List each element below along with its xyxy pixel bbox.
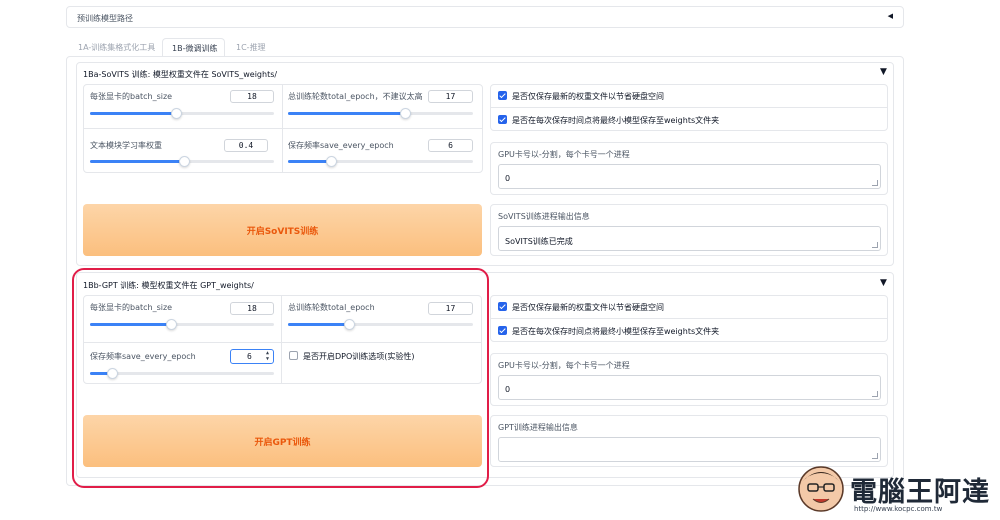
sovits-lr-label: 文本模块学习率权重: [90, 141, 162, 150]
sovits-save-freq-label: 保存频率save_every_epoch: [288, 141, 394, 150]
sovits-batch-label: 每张显卡的batch_size: [90, 92, 173, 101]
slider-fill: [288, 112, 405, 115]
slider-fill: [90, 112, 177, 115]
sovits-lr-slider[interactable]: [90, 156, 274, 167]
gpt-gpu-input[interactable]: 0: [498, 375, 881, 400]
watermark-brand: 電腦王阿達: [850, 477, 990, 508]
gpt-output-label: GPT训练进程输出信息: [498, 423, 578, 432]
sovits-save-freq-slider[interactable]: [288, 156, 473, 167]
gpt-save-small-label: 是否在每次保存时间点将最终小模型保存至weights文件夹: [512, 327, 720, 336]
slider-fill: [288, 160, 331, 163]
sovits-gpu-input[interactable]: 0: [498, 164, 881, 189]
slider-fill: [90, 160, 184, 163]
sovits-save-small-checkbox[interactable]: [498, 115, 507, 124]
mascot-logo-icon: [798, 466, 844, 512]
divider: [490, 107, 888, 108]
sovits-save-small-label: 是否在每次保存时间点将最终小模型保存至weights文件夹: [512, 116, 720, 125]
tab-finetune-label: 1B-微调训练: [172, 44, 218, 53]
tab-dataset-format[interactable]: 1A-训练集格式化工具: [78, 42, 155, 53]
divider: [83, 128, 483, 129]
slider-thumb[interactable]: [399, 108, 411, 119]
sovits-output-textarea[interactable]: SoVITS训练已完成: [498, 226, 881, 251]
slider-thumb[interactable]: [325, 156, 337, 167]
sovits-output-label: SoVITS训练进程输出信息: [498, 212, 590, 221]
gpt-save-latest-label: 是否仅保存最新的权重文件以节省硬盘空间: [512, 303, 664, 312]
accordion-title: 预训练模型路径: [77, 14, 133, 23]
triangle-left-icon: ◀: [887, 12, 893, 20]
divider: [490, 318, 888, 319]
sovits-lr-input[interactable]: 0.4: [224, 139, 268, 152]
collapse-triangle-icon[interactable]: ▼: [880, 67, 887, 77]
sovits-batch-input[interactable]: 18: [230, 90, 274, 103]
gpt-output-textarea[interactable]: [498, 437, 881, 462]
tab-inference[interactable]: 1C-推理: [236, 42, 266, 53]
highlight-box: [72, 268, 489, 488]
watermark: 電腦王阿達 http://www.kocpc.com.tw: [792, 460, 997, 518]
sovits-start-button[interactable]: 开启SoVITS训练: [83, 204, 482, 256]
gpt-save-small-checkbox[interactable]: [498, 326, 507, 335]
tab-finetune-active[interactable]: 1B-微调训练: [162, 38, 225, 57]
sovits-save-freq-input[interactable]: 6: [428, 139, 473, 152]
gpt-save-latest-checkbox[interactable]: [498, 302, 507, 311]
sovits-epoch-label: 总训练轮数total_epoch，不建议太高: [288, 92, 423, 101]
pretrained-path-accordion[interactable]: 预训练模型路径 ◀: [66, 6, 904, 28]
sovits-batch-slider[interactable]: [90, 108, 274, 119]
sovits-save-latest-label: 是否仅保存最新的权重文件以节省硬盘空间: [512, 92, 664, 101]
sovits-save-latest-checkbox[interactable]: [498, 91, 507, 100]
sovits-gpu-label: GPU卡号以-分割，每个卡号一个进程: [498, 150, 630, 159]
collapse-triangle-icon[interactable]: ▼: [880, 278, 887, 288]
slider-thumb[interactable]: [178, 156, 190, 167]
sovits-epoch-input[interactable]: 17: [428, 90, 473, 103]
sovits-section-title: 1Ba-SoVITS 训练: 模型权重文件在 SoVITS_weights/: [83, 70, 278, 79]
gpt-gpu-label: GPU卡号以-分割，每个卡号一个进程: [498, 361, 630, 370]
watermark-url: http://www.kocpc.com.tw: [854, 505, 943, 513]
sovits-epoch-slider[interactable]: [288, 108, 473, 119]
